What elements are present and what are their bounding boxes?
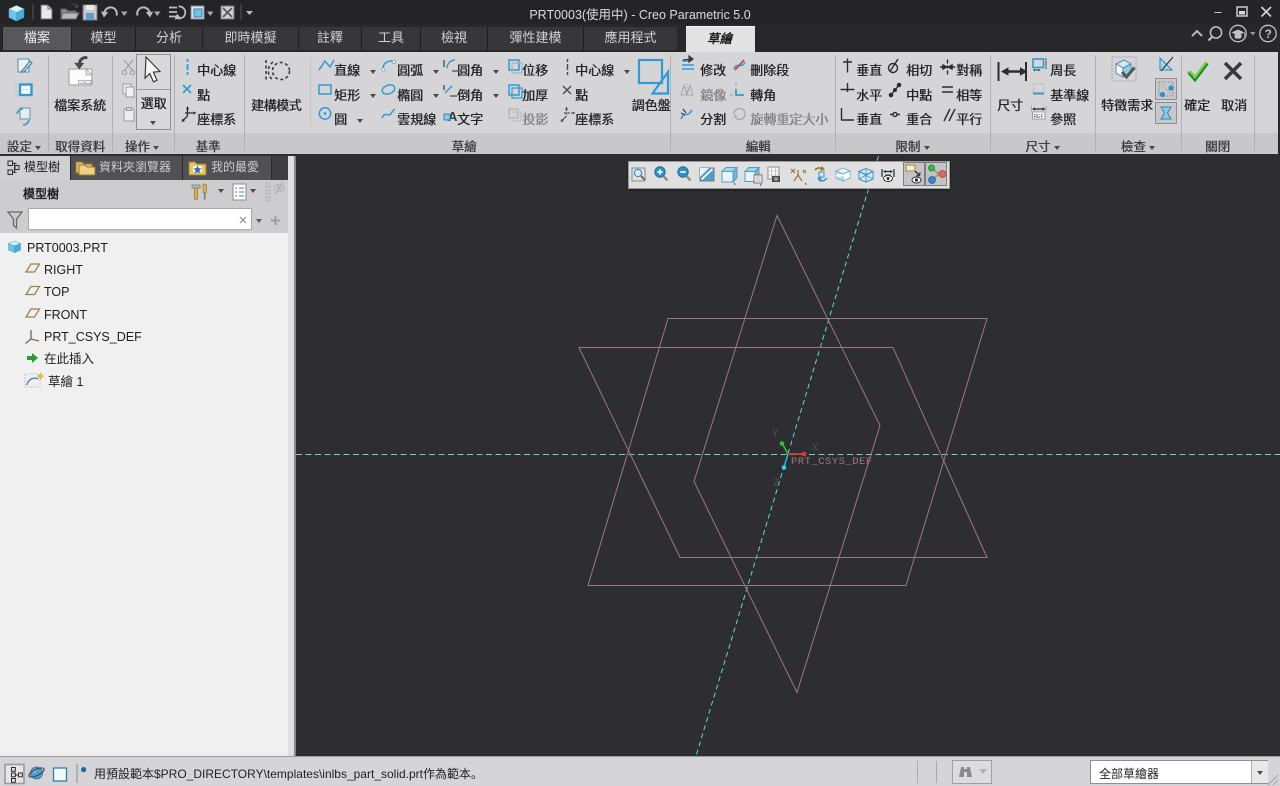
svg-text:Z: Z	[773, 478, 780, 490]
svg-text:?: ?	[1265, 29, 1272, 41]
svg-text:PRT_CSYS_DEF: PRT_CSYS_DEF	[791, 456, 873, 468]
svg-text:REF: REF	[1034, 114, 1044, 120]
svg-text:X: X	[812, 443, 819, 455]
svg-text:Y: Y	[772, 429, 779, 441]
